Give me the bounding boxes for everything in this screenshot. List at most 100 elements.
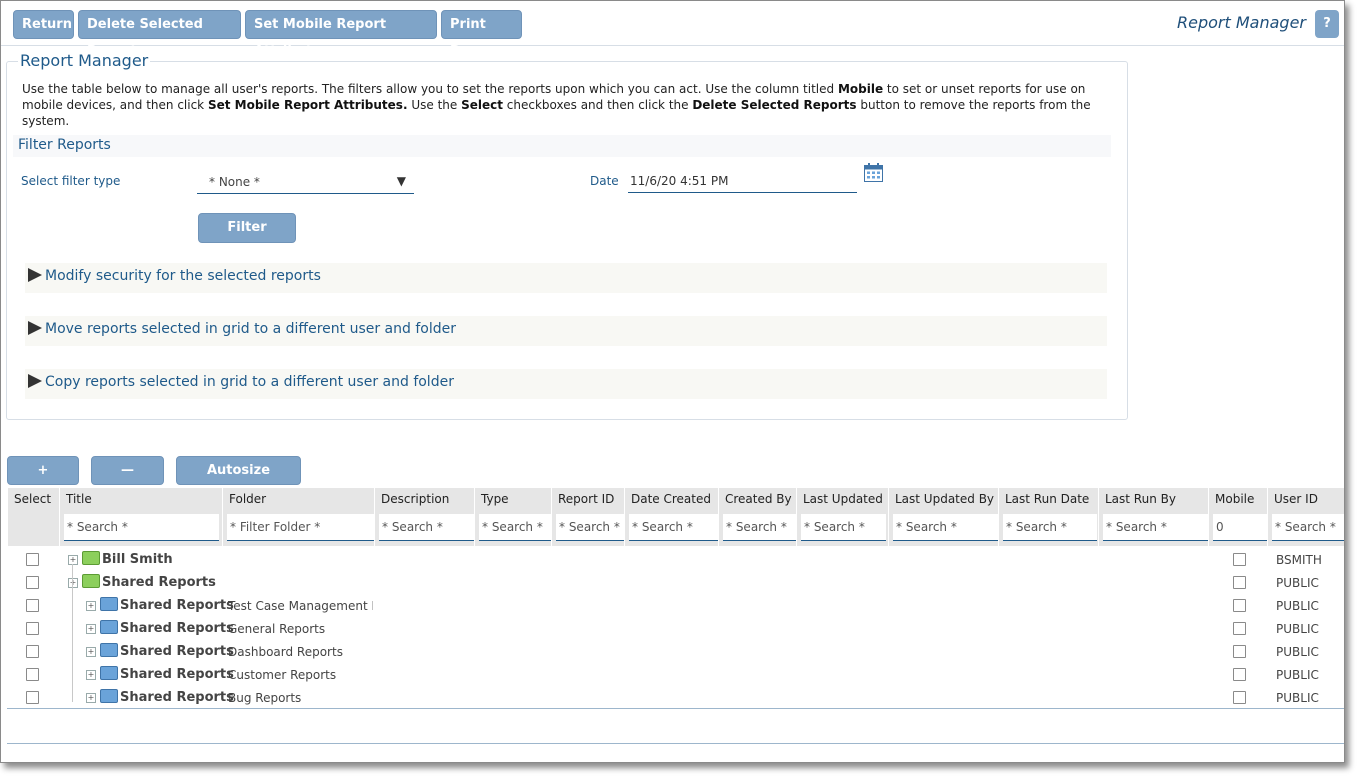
row-title[interactable]: Shared Reports (120, 644, 234, 659)
calendar-icon[interactable] (864, 163, 883, 182)
expander-modify-security[interactable]: Modify security for the selected reports (25, 263, 1107, 293)
column-header[interactable]: Report ID (558, 492, 614, 506)
column-header[interactable]: Last Updated (803, 492, 883, 506)
set-mobile-report-attributes-button[interactable]: Set Mobile Report Attributes (245, 10, 437, 59)
column-header[interactable]: Last Run Date (1005, 492, 1089, 506)
filter-button[interactable]: Filter (198, 213, 296, 243)
column-search-input[interactable]: 0 (1213, 514, 1267, 541)
mobile-checkbox[interactable] (1233, 576, 1246, 589)
column-header[interactable]: Last Run By (1105, 492, 1176, 506)
row-title[interactable]: Shared Reports (120, 598, 234, 613)
mobile-checkbox[interactable] (1233, 599, 1246, 612)
mobile-checkbox[interactable] (1233, 553, 1246, 566)
tree-expand-icon[interactable]: + (86, 693, 96, 703)
delete-selected-reports-button[interactable]: Delete Selected Reports (78, 10, 241, 59)
filter-header (13, 135, 1111, 157)
column-search-input[interactable]: * Search * (629, 514, 719, 541)
print-page-button[interactable]: Print Page (441, 10, 522, 59)
row-folder: Test Case Management Reports (228, 599, 373, 613)
column-header[interactable]: Mobile (1215, 492, 1254, 506)
column-header[interactable]: Created By (725, 492, 792, 506)
column-header[interactable]: Select (14, 492, 51, 506)
table-row: + Shared ReportsTest Case Management Repo… (7, 594, 1344, 617)
expander-move-reports[interactable]: Move reports selected in grid to a diffe… (25, 316, 1107, 346)
mobile-checkbox[interactable] (1233, 691, 1246, 704)
column-search-input[interactable]: * Search * (556, 514, 624, 541)
tree-expand-icon[interactable]: + (86, 601, 96, 611)
column-header[interactable]: Last Updated By (895, 492, 994, 506)
tree-expand-icon[interactable]: + (68, 555, 78, 565)
filter-type-value: * None * (209, 175, 260, 189)
select-checkbox[interactable] (26, 599, 39, 612)
column-search-input[interactable]: * Search * (1272, 514, 1344, 541)
column-created-by: Created By * Search * (718, 488, 796, 546)
column-header[interactable]: Date Created (631, 492, 711, 506)
select-checkbox[interactable] (26, 553, 39, 566)
select-checkbox[interactable] (26, 645, 39, 658)
collapse-all-button[interactable]: — (91, 456, 164, 485)
tree-expand-icon[interactable]: + (86, 647, 96, 657)
column-last-run-date: Last Run Date * Search * (998, 488, 1097, 546)
intro-text: Use the table below to manage all user's… (22, 82, 1091, 128)
folder-icon (82, 551, 100, 565)
column-search-input[interactable]: * Search * (893, 514, 998, 541)
row-title[interactable]: Shared Reports (120, 621, 234, 636)
column-title: Title * Search * (59, 488, 219, 546)
row-user-id: PUBLIC (1276, 691, 1319, 705)
tree-expand-icon[interactable]: + (86, 624, 96, 634)
row-folder: Customer Reports (228, 668, 337, 682)
folder-icon (82, 574, 100, 588)
select-checkbox[interactable] (26, 622, 39, 635)
column-header[interactable]: User ID (1274, 492, 1318, 506)
table-row: + Bill Smith BSMITH (7, 548, 1344, 571)
row-user-id: PUBLIC (1276, 622, 1319, 636)
column-search-input[interactable]: * Search * (479, 514, 551, 541)
folder-icon (100, 643, 118, 657)
help-button[interactable]: ? (1315, 10, 1339, 38)
column-search-input[interactable]: * Search * (801, 514, 886, 541)
column-search-input[interactable]: * Filter Folder * (227, 514, 374, 541)
column-user-id: User ID * Search * (1267, 488, 1344, 546)
row-title[interactable]: Shared Reports (120, 690, 234, 705)
tree-expand-icon[interactable]: + (68, 578, 78, 588)
mobile-checkbox[interactable] (1233, 645, 1246, 658)
select-checkbox[interactable] (26, 668, 39, 681)
filter-type-select[interactable]: * None * ▼ (197, 171, 414, 194)
autosize-columns-button[interactable]: Autosize columns (176, 456, 301, 505)
table-row: + Shared Reports Customer Reports PUBLIC (7, 663, 1344, 686)
date-input[interactable]: 11/6/20 4:51 PM (628, 171, 857, 193)
column-search-input[interactable]: * Search * (64, 514, 219, 541)
mobile-checkbox[interactable] (1233, 668, 1246, 681)
row-title[interactable]: Shared Reports (102, 575, 216, 590)
column-search-input[interactable]: * Search * (379, 514, 474, 541)
expander-label: Copy reports selected in grid to a diffe… (45, 374, 454, 390)
table-row: + Shared Reports Dashboard Reports PUBLIC (7, 640, 1344, 663)
mobile-checkbox[interactable] (1233, 622, 1246, 635)
column-header[interactable]: Type (481, 492, 509, 506)
column-search-input[interactable]: * Search * (1103, 514, 1208, 541)
select-checkbox[interactable] (26, 691, 39, 704)
filter-type-label: Select filter type (21, 174, 121, 188)
select-checkbox[interactable] (26, 576, 39, 589)
column-header[interactable]: Title (66, 492, 92, 506)
tree-expand-icon[interactable]: + (86, 670, 96, 680)
column-type: Type * Search * (474, 488, 551, 546)
expand-all-button[interactable]: + (7, 456, 79, 485)
column-search-input[interactable]: * Search * (723, 514, 796, 541)
expand-triangle-icon (28, 268, 42, 282)
expander-copy-reports[interactable]: Copy reports selected in grid to a diffe… (25, 369, 1107, 399)
row-user-id: BSMITH (1276, 553, 1322, 567)
column-last-updated: Last Updated * Search * (796, 488, 886, 546)
grid-header: Select Title * Search * Folder * Filter Fold… (7, 488, 1344, 546)
row-title[interactable]: Bill Smith (102, 552, 173, 567)
filter-title: Filter Reports (18, 137, 111, 153)
column-header[interactable]: Description (381, 492, 449, 506)
column-date-created: Date Created * Search * (624, 488, 719, 546)
return-button[interactable]: Return (13, 10, 74, 39)
report-manager-window: Return Delete Selected Reports Set Mobil… (0, 0, 1345, 763)
row-user-id: PUBLIC (1276, 645, 1319, 659)
column-search-input[interactable]: * Search * (1003, 514, 1097, 541)
row-title[interactable]: Shared Reports (120, 667, 234, 682)
column-folder: Folder * Filter Folder * (222, 488, 374, 546)
column-header[interactable]: Folder (229, 492, 266, 506)
